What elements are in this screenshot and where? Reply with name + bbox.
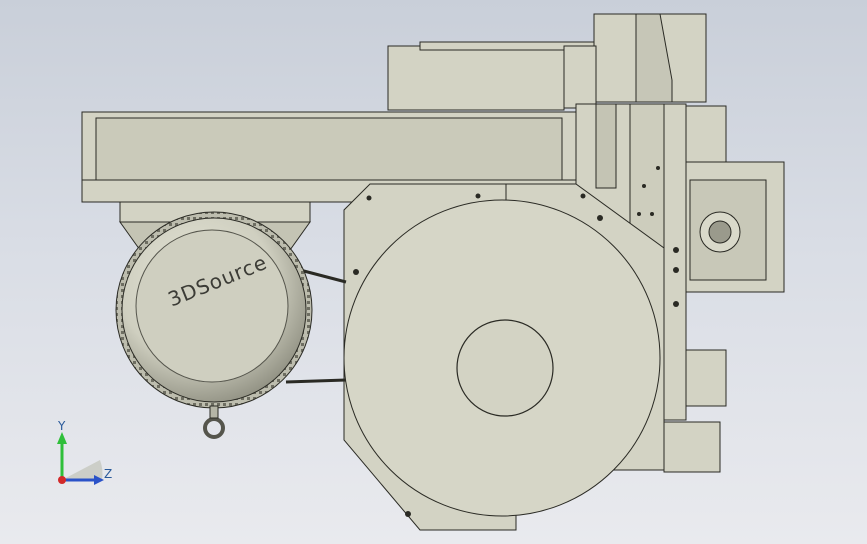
right-rail bbox=[663, 103, 687, 421]
cad-model-scene[interactable]: 3DSource Y Z bbox=[0, 0, 867, 544]
rail-block-top bbox=[685, 105, 727, 163]
bearing-bore bbox=[708, 220, 732, 244]
beam-face bbox=[95, 117, 563, 181]
eye-bolt bbox=[203, 417, 225, 439]
x-axis-dot bbox=[58, 476, 66, 484]
z-axis-label: Z bbox=[104, 467, 112, 481]
column-slot bbox=[595, 103, 617, 189]
axis-triad: Y Z bbox=[57, 419, 112, 485]
rail-block-bottom bbox=[685, 349, 727, 407]
motor-face bbox=[135, 229, 289, 383]
eye-bolt-stem bbox=[209, 405, 219, 419]
top-spacer bbox=[563, 45, 597, 109]
tie-rod-lower bbox=[285, 378, 347, 384]
disc-hub bbox=[456, 319, 554, 417]
cad-viewport[interactable]: 3DSource Y Z bbox=[0, 0, 867, 544]
top-housing-block bbox=[387, 45, 565, 111]
y-axis-label: Y bbox=[57, 419, 66, 433]
y-axis-arrow bbox=[57, 432, 67, 444]
bottom-right-block bbox=[663, 421, 721, 473]
